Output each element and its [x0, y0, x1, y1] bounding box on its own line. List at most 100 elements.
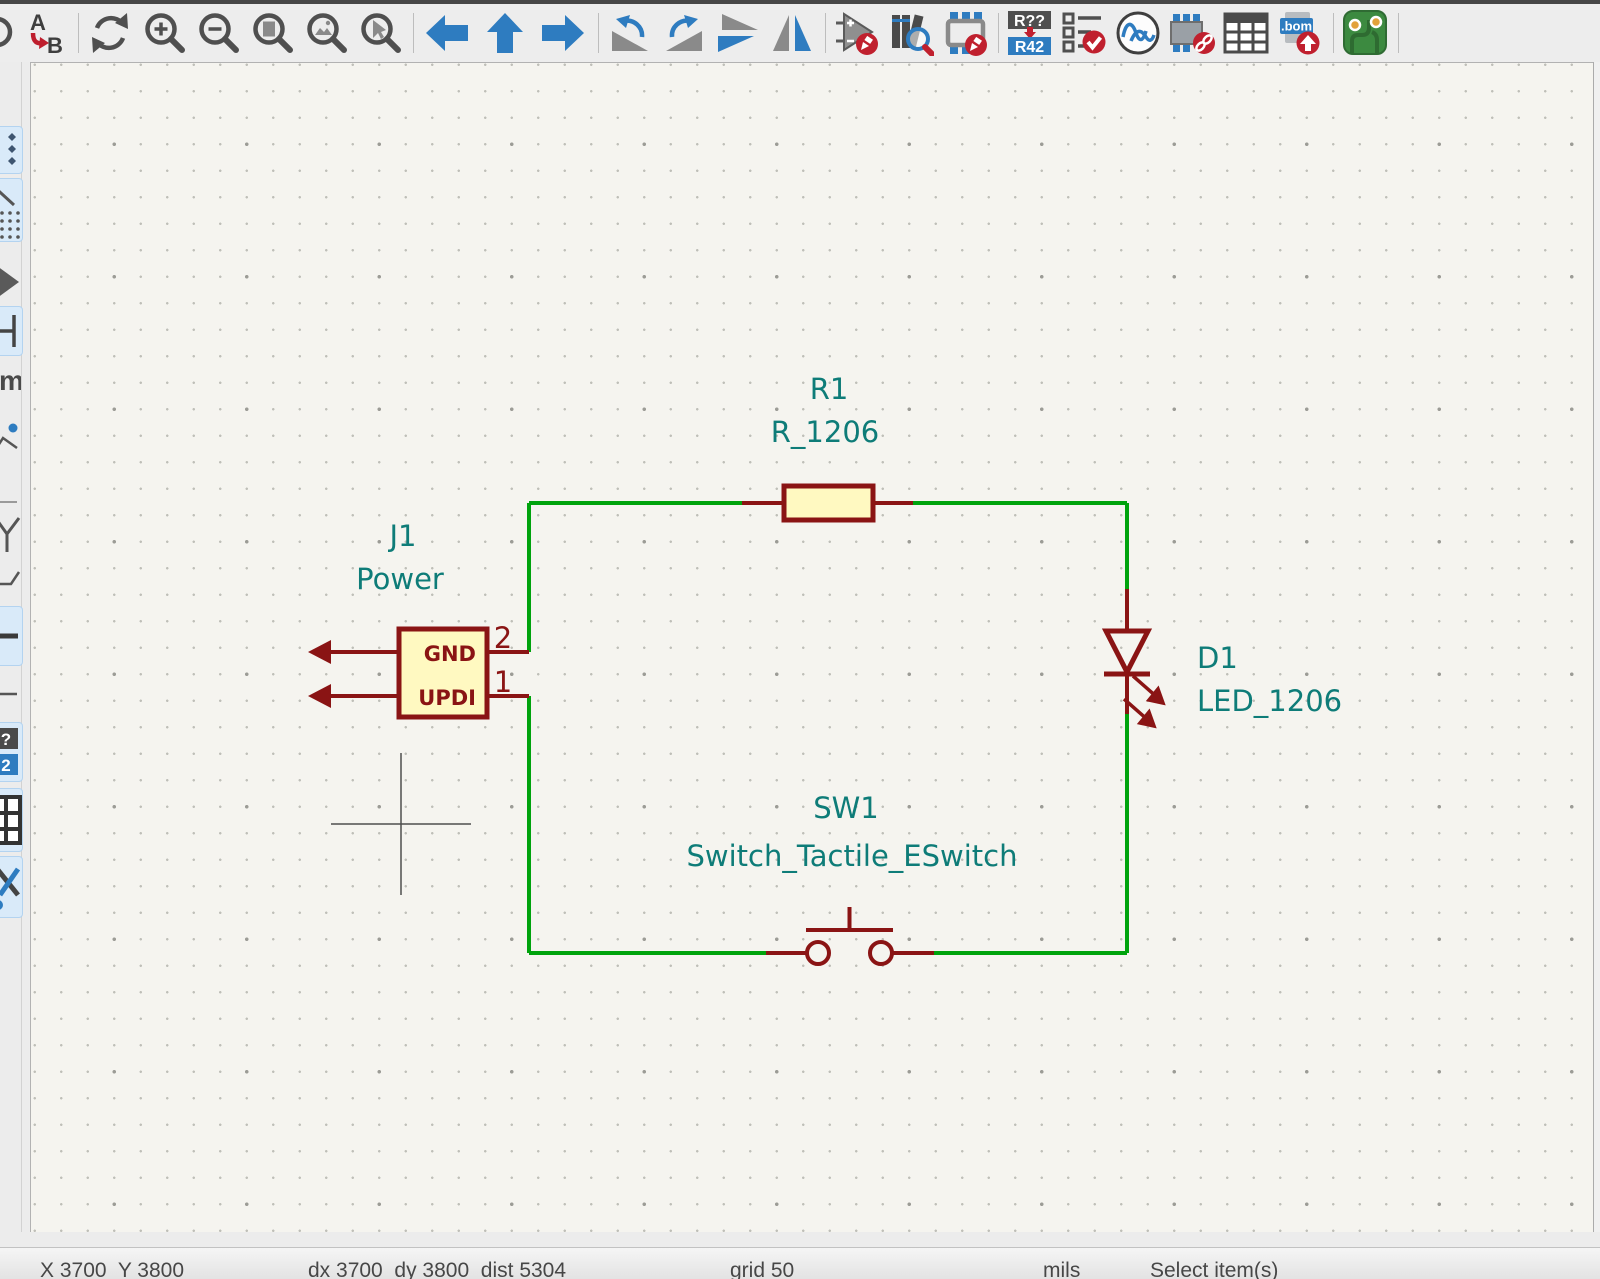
zoom-to-fit-icon — [253, 13, 293, 53]
footprint-editor-icon — [945, 12, 987, 56]
zoom-to-selection-button[interactable] — [303, 8, 349, 58]
find-replace-a: A — [30, 10, 46, 35]
line-fragment-icon — [0, 501, 17, 503]
symbol-fields-table-button[interactable] — [1223, 8, 1269, 58]
left-tool-graphic-line[interactable] — [0, 674, 21, 714]
grid-slash-icon — [0, 190, 20, 239]
badge-two: 2 — [1, 756, 10, 775]
rotate-ccw-icon — [612, 15, 648, 51]
bus-fragment-icon — [0, 633, 18, 639]
annotate-icon: R?? R42 — [1008, 11, 1051, 56]
top-toolbar: A B R?? R42 .bom — [0, 4, 1600, 62]
zoom-to-objects-icon — [361, 13, 401, 53]
left-tool-text[interactable]: m — [0, 360, 21, 402]
mirror-horizontally-button[interactable] — [769, 8, 815, 58]
left-tool-table[interactable] — [0, 788, 23, 852]
rotate-cw-icon — [666, 15, 702, 51]
toolbar-separator — [78, 13, 79, 53]
find-replace-button[interactable]: A B — [22, 8, 68, 58]
left-tool-bus[interactable] — [0, 606, 23, 666]
rotate-ccw-button[interactable] — [607, 8, 653, 58]
status-units: mils — [1043, 1259, 1081, 1279]
polyline-fragment-icon — [0, 423, 18, 450]
left-tool-wire[interactable] — [0, 514, 21, 556]
left-tool-annotate-badge[interactable]: ? 2 — [0, 722, 23, 782]
zoom-in-button[interactable] — [141, 8, 187, 58]
left-tool-cursor[interactable] — [0, 260, 21, 302]
statusbar-gap — [0, 1232, 1600, 1247]
left-tool-polyline[interactable] — [0, 414, 21, 470]
statusbar: X 3700 Y 3800 dx 3700 dy 3800 dist 5304 … — [0, 1247, 1600, 1279]
zoom-to-objects-button[interactable] — [357, 8, 403, 58]
canvas-right-edge[interactable] — [1593, 62, 1600, 1232]
bom-label: .bom — [1281, 19, 1312, 34]
mirror-horizontal-icon — [773, 15, 811, 51]
left-tool-delete[interactable] — [0, 856, 23, 918]
label-fragment-icon — [0, 571, 21, 586]
dots-column-icon — [8, 133, 16, 165]
graphic-line-fragment-icon — [0, 692, 17, 696]
mirror-vertically-button[interactable] — [715, 8, 761, 58]
arrow-left-icon — [426, 15, 468, 51]
clipped-toolbar-icon[interactable] — [0, 8, 16, 58]
annotate-button[interactable]: R?? R42 — [1007, 8, 1053, 58]
zoom-out-button[interactable] — [195, 8, 241, 58]
toolbar-separator — [413, 13, 414, 53]
pcb-editor-icon — [1343, 10, 1387, 55]
clipped-icon — [0, 17, 13, 47]
cut-fragment-icon — [0, 867, 21, 910]
pin-fragment-icon — [0, 315, 16, 347]
fields-table-icon — [1223, 12, 1269, 54]
symbol-editor-icon — [836, 12, 878, 55]
erc-button[interactable] — [1061, 8, 1107, 58]
footprint-editor-button[interactable] — [942, 8, 988, 58]
left-tool-grid-dots[interactable] — [0, 126, 23, 174]
assign-footprints-button[interactable] — [1169, 8, 1215, 58]
refresh-view-button[interactable] — [87, 8, 133, 58]
erc-icon — [1062, 12, 1106, 54]
schematic-canvas[interactable] — [30, 62, 1594, 1233]
wire-fragment-icon — [0, 517, 21, 552]
arrow-right-icon — [542, 15, 584, 51]
cursor-fragment-icon — [0, 268, 19, 296]
table-fragment-icon — [0, 795, 22, 845]
symbol-editor-button[interactable] — [834, 8, 880, 58]
left-tool-line[interactable] — [0, 490, 21, 514]
svg-text:m: m — [0, 365, 21, 396]
question-2-icon: ? 2 — [0, 728, 18, 775]
assign-footprints-icon — [1170, 14, 1215, 54]
zoom-in-icon — [145, 13, 185, 53]
mirror-vertical-icon — [718, 14, 758, 52]
refresh-icon — [92, 13, 128, 53]
letter-fragment-icon: m — [0, 365, 21, 396]
status-deltas: dx 3700 dy 3800 dist 5304 — [308, 1259, 567, 1279]
toolbar-separator — [998, 13, 999, 53]
navigate-left-button[interactable] — [422, 8, 472, 58]
toolbar-separator — [1333, 13, 1334, 53]
zoom-to-fit-button[interactable] — [249, 8, 295, 58]
annotate-bottom-label: R42 — [1015, 39, 1044, 56]
library-browser-icon — [892, 14, 934, 56]
export-bom-button[interactable]: .bom — [1277, 8, 1323, 58]
rotate-cw-button[interactable] — [661, 8, 707, 58]
left-tool-label[interactable] — [0, 562, 21, 602]
zoom-to-selection-icon — [307, 13, 347, 53]
find-replace-b: B — [47, 33, 63, 56]
navigate-right-button[interactable] — [538, 8, 588, 58]
symbol-library-browser-button[interactable] — [888, 8, 934, 58]
arrow-up-icon — [487, 13, 523, 53]
left-toolbar: m ? 2 — [0, 62, 29, 1232]
find-replace-icon: A B — [30, 10, 63, 56]
status-cursor-position: X 3700 Y 3800 — [40, 1259, 185, 1279]
toolbar-separator — [825, 13, 826, 53]
open-pcb-editor-button[interactable] — [1342, 8, 1388, 58]
simulator-icon — [1116, 11, 1160, 55]
navigate-up-button[interactable] — [480, 8, 530, 58]
toolbar-separator — [1398, 13, 1399, 53]
left-tool-pin[interactable] — [0, 306, 23, 356]
simulator-button[interactable] — [1115, 8, 1161, 58]
export-bom-icon: .bom — [1280, 12, 1320, 55]
left-tool-grid-style[interactable] — [0, 178, 23, 242]
zoom-out-icon — [199, 13, 239, 53]
badge-question: ? — [1, 730, 11, 749]
